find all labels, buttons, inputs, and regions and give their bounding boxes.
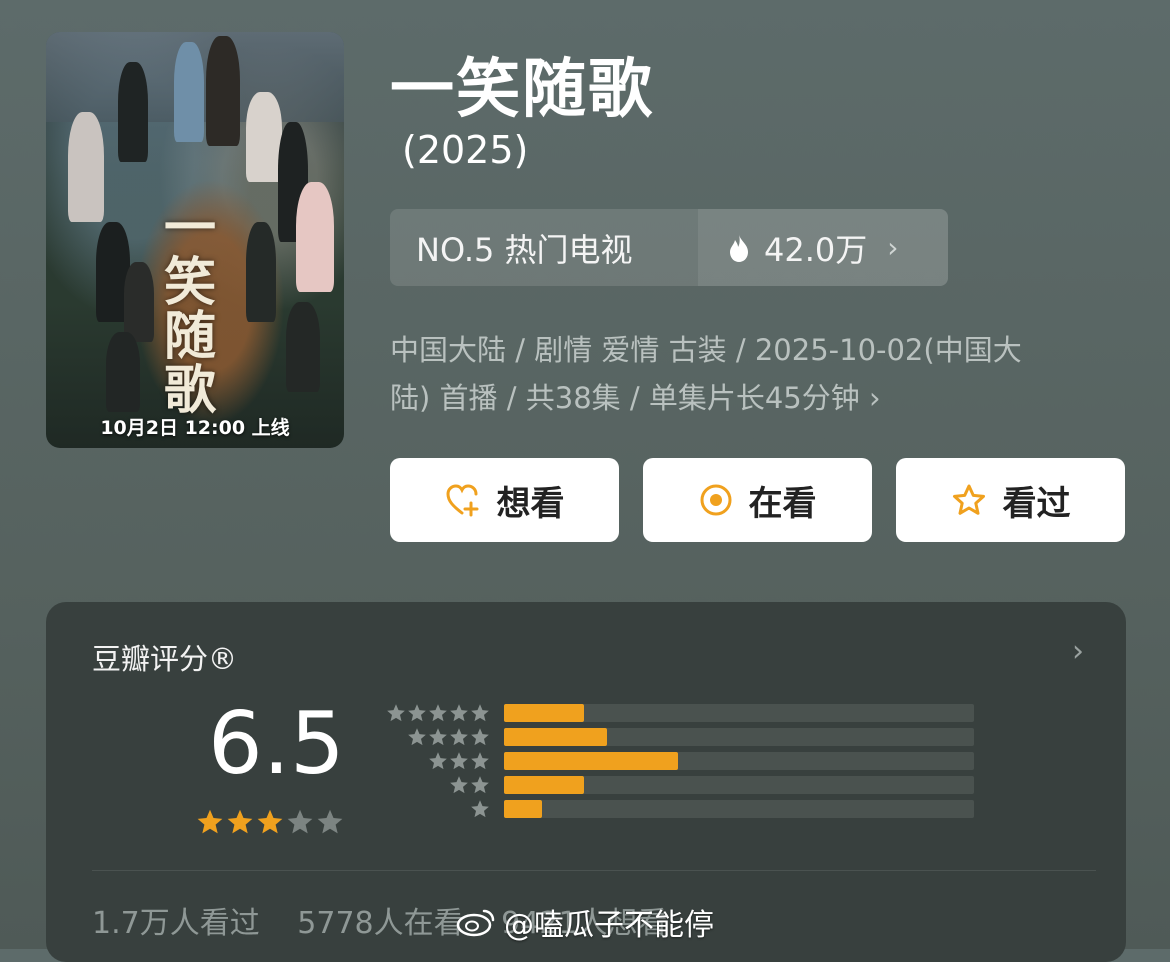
star-outline-icon xyxy=(952,484,985,515)
rating-score: 6.5 xyxy=(208,694,345,794)
star-empty-icon xyxy=(287,809,313,834)
poster-figure xyxy=(206,36,240,146)
watching-button[interactable]: 在看 xyxy=(643,458,872,542)
poster-figure xyxy=(174,42,204,142)
star-small-icon xyxy=(471,728,489,746)
distribution-row xyxy=(384,752,504,770)
star-small-icon xyxy=(429,752,447,770)
meta-line-2: 陆) 首播 / 共38集 / 单集片长45分钟 › xyxy=(390,374,1130,422)
star-small-icon xyxy=(450,752,468,770)
poster-figure xyxy=(106,332,140,412)
heat-link[interactable]: 42.0万 › xyxy=(698,209,948,286)
chevron-right-icon: › xyxy=(868,381,881,415)
distribution-stars xyxy=(384,727,490,747)
watching-label: 在看 xyxy=(748,483,817,524)
chevron-right-icon[interactable]: › xyxy=(1072,634,1084,669)
star-small-icon xyxy=(450,776,468,794)
distribution-bar xyxy=(504,704,584,722)
star-small-icon xyxy=(387,704,405,722)
distribution-bar xyxy=(504,776,584,794)
score-stars xyxy=(196,808,344,836)
want-label: 想看 xyxy=(496,483,565,524)
poster-image[interactable]: 一笑随歌 10月2日 12:00 上线 xyxy=(46,32,344,448)
chevron-right-icon: › xyxy=(887,231,899,264)
star-small-icon xyxy=(450,728,468,746)
distribution-row xyxy=(384,704,504,722)
star-filled-icon xyxy=(257,809,283,834)
distribution-bar xyxy=(504,800,542,818)
star-filled-icon xyxy=(227,809,253,834)
heart-plus-icon xyxy=(445,484,478,517)
star-small-icon xyxy=(429,728,447,746)
distribution-row xyxy=(384,776,504,794)
distribution-stars xyxy=(384,799,490,819)
star-small-icon xyxy=(450,704,468,722)
flame-icon xyxy=(730,233,748,262)
poster-release-note: 10月2日 12:00 上线 xyxy=(100,417,290,439)
release-year: (2025) xyxy=(402,128,529,172)
meta-line-1: 中国大陆 / 剧情 爱情 古装 / 2025-10-02(中国大 xyxy=(390,333,1022,367)
distribution-track xyxy=(504,728,974,746)
star-small-icon xyxy=(429,704,447,722)
poster-figure xyxy=(68,112,104,222)
distribution-track xyxy=(504,800,974,818)
rank-label[interactable]: NO.5 热门电视 xyxy=(390,209,698,286)
poster-figure xyxy=(124,262,154,342)
page-title: 一笑随歌 xyxy=(390,53,654,127)
want-to-watch-button[interactable]: 想看 xyxy=(390,458,619,542)
rating-label: 豆瓣评分® xyxy=(92,642,238,676)
watched-button[interactable]: 看过 xyxy=(896,458,1125,542)
star-small-icon xyxy=(408,704,426,722)
distribution-track xyxy=(504,752,974,770)
heat-count: 42.0万 xyxy=(764,230,868,269)
star-small-icon xyxy=(471,776,489,794)
meta-line-2-text: 陆) 首播 / 共38集 / 单集片长45分钟 xyxy=(390,381,860,415)
poster-figure xyxy=(296,182,334,292)
distribution-stars xyxy=(384,751,490,771)
star-small-icon xyxy=(471,704,489,722)
star-filled-icon xyxy=(197,809,223,834)
poster-figure xyxy=(286,302,320,392)
star-small-icon xyxy=(408,728,426,746)
rank-bar[interactable]: NO.5 热门电视 42.0万 › xyxy=(390,209,948,286)
target-icon xyxy=(700,484,731,516)
stat-watched: 1.7万人看过 xyxy=(92,906,260,941)
watermark-text: @嗑瓜子不能停 xyxy=(504,908,714,943)
distribution-row xyxy=(384,800,504,818)
distribution-track xyxy=(504,776,974,794)
meta-info[interactable]: 中国大陆 / 剧情 爱情 古装 / 2025-10-02(中国大 陆) 首播 /… xyxy=(390,326,1130,422)
divider xyxy=(92,870,1096,871)
stat-watching: 5778人在看 xyxy=(297,906,464,941)
distribution-stars xyxy=(384,775,490,795)
distribution-row xyxy=(384,728,504,746)
weibo-logo-icon xyxy=(456,909,495,937)
star-small-icon xyxy=(471,800,489,818)
distribution-bar xyxy=(504,752,678,770)
distribution-stars xyxy=(384,703,490,723)
poster-figure xyxy=(118,62,148,162)
distribution-bar xyxy=(504,728,608,746)
poster-figure xyxy=(246,92,282,182)
star-small-icon xyxy=(471,752,489,770)
poster-figure xyxy=(246,222,276,322)
star-empty-icon xyxy=(317,809,343,834)
watched-label: 看过 xyxy=(1002,483,1071,524)
poster-calligraphy: 一笑随歌 xyxy=(164,198,217,421)
distribution-track xyxy=(504,704,974,722)
watermark: @嗑瓜子不能停 xyxy=(456,900,714,944)
